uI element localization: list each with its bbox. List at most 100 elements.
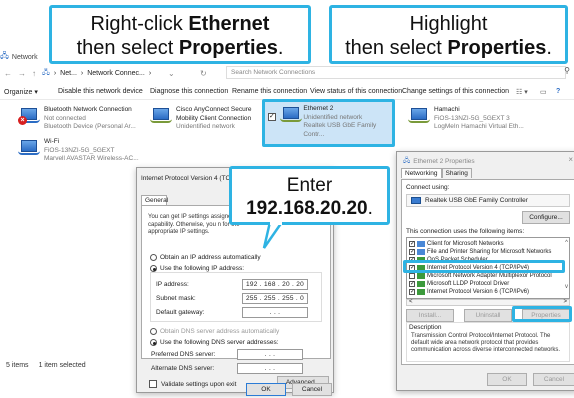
- ethernet-highlight: [262, 99, 395, 147]
- install-button[interactable]: Install...: [406, 309, 454, 322]
- configure-button[interactable]: Configure...: [522, 211, 570, 224]
- dialog-tabs: Networking Sharing: [401, 168, 472, 178]
- gateway-field[interactable]: . . .: [242, 306, 308, 318]
- callout-pointer: [262, 222, 284, 249]
- radio-off[interactable]: [150, 328, 157, 335]
- change-settings-button[interactable]: Change settings of this connection: [402, 88, 509, 95]
- chevron-up-icon[interactable]: ^: [565, 240, 568, 246]
- network-adapter-icon: 🖧: [403, 157, 411, 164]
- callout-enter-ip: Enter 192.168.20.20.: [229, 166, 390, 225]
- list-item[interactable]: ✓ Client for Microsoft Networks: [409, 240, 504, 248]
- chevron-left-icon[interactable]: <: [409, 299, 413, 305]
- address-bar: ← → ↑ 🖧 › Net... › Network Connec... › ⌄…: [0, 66, 574, 80]
- item-count: 5 items: [6, 362, 29, 369]
- breadcrumb-item-network-connections[interactable]: Network Connec...: [87, 70, 145, 77]
- items-label: This connection uses the following items…: [406, 228, 525, 235]
- up-button[interactable]: ↑: [32, 69, 36, 78]
- static-ip-radio[interactable]: Use the following IP address:: [150, 265, 244, 272]
- chevron-right-icon: ›: [80, 69, 84, 77]
- connection-status: Not connected: [44, 114, 86, 122]
- connection-status: Unidentified network: [176, 123, 235, 130]
- radio-off[interactable]: [150, 254, 157, 261]
- connection-device: Bluetooth Device (Personal Ar...: [44, 123, 136, 130]
- list-item[interactable]: ✓ Internet Protocol Version 6 (TCP/IPv6): [409, 288, 529, 296]
- diagnose-connection-button[interactable]: Diagnose this connection: [150, 88, 228, 95]
- list-item[interactable]: Microsoft Network Adapter Multiplexor Pr…: [409, 272, 552, 280]
- search-icon[interactable]: ⚲: [564, 66, 570, 75]
- disable-device-button[interactable]: Disable this network device: [58, 88, 143, 95]
- dialog-title: 🖧 Ethernet 2 Properties: [403, 157, 475, 165]
- connection-name: Wi-Fi: [44, 138, 60, 145]
- selection-count: 1 item selected: [38, 362, 86, 369]
- network-adapter-icon: ×: [18, 106, 40, 126]
- close-icon[interactable]: ×: [568, 155, 573, 164]
- chevron-right-icon: ›: [53, 69, 57, 77]
- connection-bluetooth[interactable]: × Bluetooth Network Connection Not conne…: [18, 106, 158, 132]
- subnet-mask-row: Subnet mask: 255 . 255 . 255 . 0: [156, 292, 322, 304]
- status-bar: 5 items 1 item selected: [6, 362, 86, 369]
- ipv4-ok-button[interactable]: OK: [246, 383, 286, 396]
- view-options-icon[interactable]: ☷ ▾: [516, 88, 528, 96]
- ipv4-cancel-button[interactable]: Cancel: [292, 383, 332, 396]
- connection-cisco[interactable]: Cisco AnyConnect Secure Mobility Client …: [150, 106, 262, 132]
- static-dns-radio[interactable]: Use the following DNS server addresses:: [150, 339, 279, 346]
- chevron-right-icon[interactable]: >: [563, 299, 567, 305]
- search-input[interactable]: Search Network Connections: [226, 66, 566, 79]
- connection-status: FiOS-13NZI-5G_5GEXT 3: [434, 114, 510, 122]
- connection-wifi[interactable]: Wi-Fi FiOS-13NZI-5G_5GEXT Marvell AVASTA…: [18, 138, 158, 164]
- tab-networking[interactable]: Networking: [401, 168, 442, 178]
- ip-address-field[interactable]: 192 . 168 . 20 . 20: [242, 278, 308, 290]
- list-item[interactable]: ✓ File and Printer Sharing for Microsoft …: [409, 248, 551, 256]
- wifi-adapter-icon: [18, 138, 40, 158]
- network-adapter-icon: [408, 106, 430, 126]
- chevron-down-icon[interactable]: v: [565, 284, 568, 290]
- uninstall-button[interactable]: Uninstall: [464, 309, 512, 322]
- rename-connection-button[interactable]: Rename this connection: [232, 88, 307, 95]
- validate-settings-row[interactable]: Validate settings upon exit: [149, 380, 236, 388]
- radio-on[interactable]: [150, 339, 157, 346]
- tab-sharing[interactable]: Sharing: [441, 168, 472, 178]
- auto-dns-radio[interactable]: Obtain DNS server address automatically: [150, 328, 279, 335]
- radio-on[interactable]: [150, 265, 157, 272]
- description-text: Transmission Control Protocol/Internet P…: [411, 333, 561, 353]
- organize-menu[interactable]: Organize ▾: [4, 88, 38, 96]
- preview-pane-icon[interactable]: ▭: [540, 88, 547, 96]
- view-status-button[interactable]: View status of this connection: [310, 88, 402, 95]
- chevron-right-icon: ›: [148, 69, 152, 77]
- connection-device: Marvell AVASTAR Wireless-AC...: [44, 155, 139, 162]
- connection-name: Bluetooth Network Connection: [44, 106, 132, 113]
- preferred-dns-row: Preferred DNS server: . . .: [151, 348, 317, 360]
- ipv4-highlight: [403, 260, 565, 273]
- connection-name: Hamachi: [434, 106, 460, 113]
- network-adapter-icon: [411, 197, 421, 204]
- breadcrumb-item-net[interactable]: Net...: [60, 70, 77, 77]
- network-adapter-icon: [150, 106, 172, 126]
- properties-highlight: [512, 306, 572, 322]
- preferred-dns-field[interactable]: . . .: [237, 348, 303, 360]
- connection-status: FiOS-13NZI-5G_5GEXT: [44, 146, 115, 154]
- window-title: 🖧 Network: [0, 50, 38, 64]
- back-button[interactable]: ←: [4, 69, 12, 78]
- help-icon[interactable]: ?: [556, 88, 560, 95]
- eth-ok-button[interactable]: OK: [487, 373, 527, 386]
- ip-address-row: IP address: 192 . 168 . 20 . 20: [156, 278, 322, 290]
- connection-device: LogMeIn Hamachi Virtual Eth...: [434, 123, 524, 130]
- alternate-dns-row: Alternate DNS server: . . .: [151, 362, 317, 374]
- command-bar: Organize ▾ Disable this network device D…: [0, 84, 574, 100]
- eth-cancel-button[interactable]: Cancel: [533, 373, 574, 386]
- connect-using-label: Connect using:: [406, 184, 450, 191]
- connection-hamachi[interactable]: Hamachi FiOS-13NZI-5G_5GEXT 3 LogMeIn Ha…: [408, 106, 568, 132]
- refresh-button[interactable]: ↻: [200, 69, 207, 78]
- network-icon: 🖧: [0, 51, 9, 60]
- alternate-dns-field[interactable]: . . .: [237, 362, 303, 374]
- callout-right-click-ethernet: Right-click Ethernet then select Propert…: [49, 5, 311, 64]
- callout-highlight-properties: Highlight then select Properties.: [329, 5, 568, 64]
- breadcrumb: 🖧 › Net... › Network Connec... ›: [42, 68, 151, 79]
- auto-ip-radio[interactable]: Obtain an IP address automatically: [150, 254, 261, 261]
- validate-checkbox[interactable]: [149, 380, 157, 388]
- forward-button[interactable]: →: [18, 69, 26, 78]
- chevron-down-icon[interactable]: ⌄: [168, 69, 175, 78]
- horizontal-scrollbar[interactable]: < >: [406, 299, 570, 306]
- subnet-mask-field[interactable]: 255 . 255 . 255 . 0: [242, 292, 308, 304]
- list-item[interactable]: ✓ Microsoft LLDP Protocol Driver: [409, 280, 509, 288]
